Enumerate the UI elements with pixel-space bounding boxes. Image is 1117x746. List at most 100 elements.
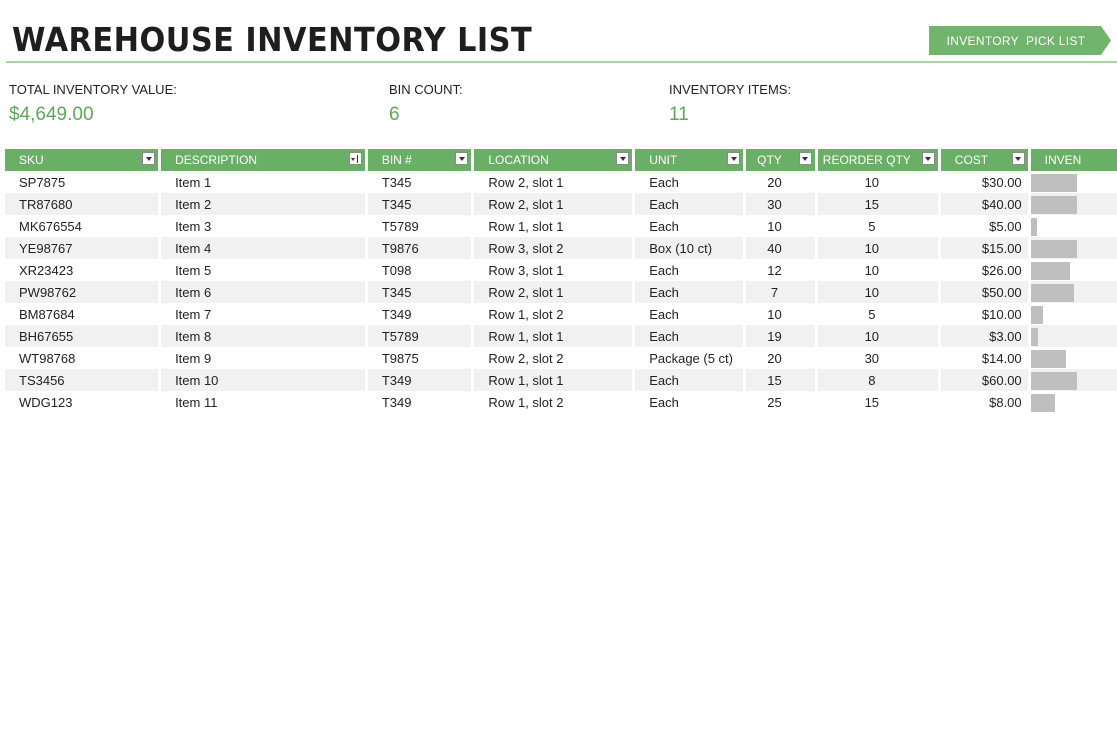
cell-cost[interactable]: $14.00 [940, 347, 1031, 369]
filter-dropdown-icon[interactable] [142, 152, 156, 165]
cell-reorder-qty[interactable]: 10 [817, 259, 941, 281]
cell-sku[interactable]: SP7875 [5, 171, 162, 193]
cell-sku[interactable]: PW98762 [5, 281, 162, 303]
cell-location[interactable]: Row 2, slot 2 [474, 347, 636, 369]
cell-bin[interactable]: T345 [367, 193, 475, 215]
cell-unit[interactable]: Each [635, 325, 747, 347]
cell-cost[interactable]: $8.00 [940, 391, 1031, 413]
cell-reorder-qty[interactable]: 8 [817, 369, 941, 391]
cell-sku[interactable]: WT98768 [5, 347, 162, 369]
cell-location[interactable]: Row 2, slot 1 [474, 281, 636, 303]
cell-description[interactable]: Item 7 [161, 303, 368, 325]
cell-location[interactable]: Row 1, slot 1 [474, 215, 636, 237]
cell-cost[interactable]: $5.00 [940, 215, 1031, 237]
cell-qty[interactable]: 40 [746, 237, 818, 259]
cell-location[interactable]: Row 1, slot 2 [474, 303, 636, 325]
cell-sku[interactable]: YE98767 [5, 237, 162, 259]
filter-dropdown-icon[interactable] [1011, 152, 1025, 165]
cell-location[interactable]: Row 3, slot 1 [474, 259, 636, 281]
cell-qty[interactable]: 7 [746, 281, 818, 303]
cell-location[interactable]: Row 1, slot 2 [474, 391, 636, 413]
cell-unit[interactable]: Each [635, 281, 747, 303]
cell-qty[interactable]: 10 [746, 215, 818, 237]
cell-reorder-qty[interactable]: 10 [817, 171, 941, 193]
cell-location[interactable]: Row 3, slot 2 [474, 237, 636, 259]
cell-inventory-value-bar[interactable] [1030, 193, 1117, 215]
cell-reorder-qty[interactable]: 30 [817, 347, 941, 369]
cell-sku[interactable]: TS3456 [5, 369, 162, 391]
filter-dropdown-icon[interactable] [727, 152, 741, 165]
cell-description[interactable]: Item 10 [161, 369, 368, 391]
cell-sku[interactable]: WDG123 [5, 391, 162, 413]
table-row[interactable]: WDG123 Item 11 T349 Row 1, slot 2 Each 25 15 $8… [5, 391, 1117, 413]
cell-qty[interactable]: 19 [746, 325, 818, 347]
cell-bin[interactable]: T5789 [367, 215, 475, 237]
cell-unit[interactable]: Each [635, 303, 747, 325]
table-row[interactable]: TR87680 Item 2 T345 Row 2, slot 1 Each 30 15 $4… [5, 193, 1117, 215]
filter-dropdown-icon[interactable] [798, 152, 812, 165]
cell-description[interactable]: Item 9 [161, 347, 368, 369]
cell-description[interactable]: Item 11 [161, 391, 368, 413]
table-row[interactable]: SP7875 Item 1 T345 Row 2, slot 1 Each 20 10 $30… [5, 171, 1117, 193]
cell-inventory-value-bar[interactable] [1030, 369, 1117, 391]
cell-qty[interactable]: 25 [746, 391, 818, 413]
cell-reorder-qty[interactable]: 10 [817, 237, 941, 259]
cell-description[interactable]: Item 6 [161, 281, 368, 303]
table-row[interactable]: XR23423 Item 5 T098 Row 3, slot 1 Each 12 10 $2… [5, 259, 1117, 281]
cell-unit[interactable]: Each [635, 171, 747, 193]
cell-bin[interactable]: T349 [367, 391, 475, 413]
table-row[interactable]: PW98762 Item 6 T345 Row 2, slot 1 Each 7 10 $50… [5, 281, 1117, 303]
table-row[interactable]: MK676554 Item 3 T5789 Row 1, slot 1 Each 10 5 $… [5, 215, 1117, 237]
cell-cost[interactable]: $30.00 [940, 171, 1031, 193]
cell-unit[interactable]: Each [635, 369, 747, 391]
table-row[interactable]: WT98768 Item 9 T9875 Row 2, slot 2 Package (… [5, 347, 1117, 369]
cell-qty[interactable]: 15 [746, 369, 818, 391]
sort-ascending-icon[interactable] [348, 152, 362, 165]
cell-reorder-qty[interactable]: 10 [817, 325, 941, 347]
cell-cost[interactable]: $40.00 [940, 193, 1031, 215]
cell-inventory-value-bar[interactable] [1030, 391, 1117, 413]
inventory-pick-list-button[interactable]: INVENTORY PICK LIST [929, 26, 1111, 55]
cell-unit[interactable]: Box (10 ct) [635, 237, 747, 259]
cell-sku[interactable]: TR87680 [5, 193, 162, 215]
cell-description[interactable]: Item 5 [161, 259, 368, 281]
cell-sku[interactable]: XR23423 [5, 259, 162, 281]
cell-description[interactable]: Item 4 [161, 237, 368, 259]
filter-dropdown-icon[interactable] [921, 152, 935, 165]
cell-inventory-value-bar[interactable] [1030, 171, 1117, 193]
cell-sku[interactable]: BH67655 [5, 325, 162, 347]
cell-location[interactable]: Row 1, slot 1 [474, 325, 636, 347]
cell-sku[interactable]: MK676554 [5, 215, 162, 237]
cell-location[interactable]: Row 2, slot 1 [474, 171, 636, 193]
cell-cost[interactable]: $15.00 [940, 237, 1031, 259]
cell-cost[interactable]: $26.00 [940, 259, 1031, 281]
cell-unit[interactable]: Each [635, 259, 747, 281]
cell-description[interactable]: Item 8 [161, 325, 368, 347]
cell-qty[interactable]: 30 [746, 193, 818, 215]
cell-reorder-qty[interactable]: 15 [817, 391, 941, 413]
filter-dropdown-icon[interactable] [616, 152, 630, 165]
cell-qty[interactable]: 12 [746, 259, 818, 281]
cell-bin[interactable]: T098 [367, 259, 475, 281]
cell-sku[interactable]: BM87684 [5, 303, 162, 325]
cell-location[interactable]: Row 2, slot 1 [474, 193, 636, 215]
cell-inventory-value-bar[interactable] [1030, 347, 1117, 369]
filter-dropdown-icon[interactable] [455, 152, 469, 165]
cell-unit[interactable]: Each [635, 193, 747, 215]
cell-description[interactable]: Item 1 [161, 171, 368, 193]
table-row[interactable]: BM87684 Item 7 T349 Row 1, slot 2 Each 10 5 $10… [5, 303, 1117, 325]
cell-location[interactable]: Row 1, slot 1 [474, 369, 636, 391]
cell-cost[interactable]: $3.00 [940, 325, 1031, 347]
table-row[interactable]: YE98767 Item 4 T9876 Row 3, slot 2 Box (10 c… [5, 237, 1117, 259]
table-row[interactable]: TS3456 Item 10 T349 Row 1, slot 1 Each 15 8 $60… [5, 369, 1117, 391]
cell-inventory-value-bar[interactable] [1030, 303, 1117, 325]
cell-inventory-value-bar[interactable] [1030, 237, 1117, 259]
cell-unit[interactable]: Each [635, 215, 747, 237]
cell-description[interactable]: Item 3 [161, 215, 368, 237]
cell-bin[interactable]: T9876 [367, 237, 475, 259]
cell-qty[interactable]: 20 [746, 171, 818, 193]
cell-inventory-value-bar[interactable] [1030, 215, 1117, 237]
cell-inventory-value-bar[interactable] [1030, 325, 1117, 347]
cell-unit[interactable]: Package (5 ct) [635, 347, 747, 369]
cell-bin[interactable]: T349 [367, 303, 475, 325]
